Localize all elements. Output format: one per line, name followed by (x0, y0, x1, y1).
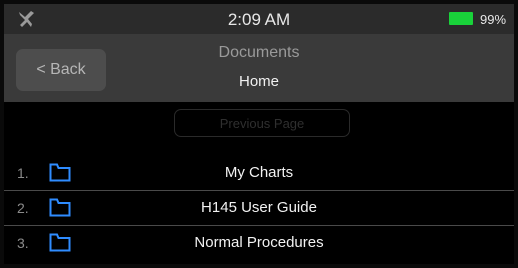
list-item-label: H145 User Guide (201, 199, 317, 216)
battery-icon (449, 12, 473, 25)
document-list: 1. My Charts 2. H145 User Guide 3. Norma… (4, 156, 514, 261)
list-item-label: My Charts (224, 164, 294, 181)
status-time: 2:09 AM (227, 10, 291, 29)
battery-percent: 99% (480, 12, 507, 27)
previous-page-button[interactable]: Previous Page (174, 109, 350, 137)
page-subtitle: Home (238, 73, 279, 90)
page-header: < Back Documents Home (4, 34, 514, 102)
pagination-area: Previous Page (4, 102, 514, 156)
list-item[interactable]: 3. Normal Procedures (4, 226, 514, 261)
device-screen: 2:09 AM 99% < Back Documents Home Previo… (4, 4, 514, 264)
page-title: Documents (218, 44, 300, 61)
status-bar: 2:09 AM 99% (4, 4, 514, 34)
list-item[interactable]: 1. My Charts (4, 156, 514, 191)
list-item[interactable]: 2. H145 User Guide (4, 191, 514, 226)
list-item-label: Normal Procedures (194, 234, 324, 251)
